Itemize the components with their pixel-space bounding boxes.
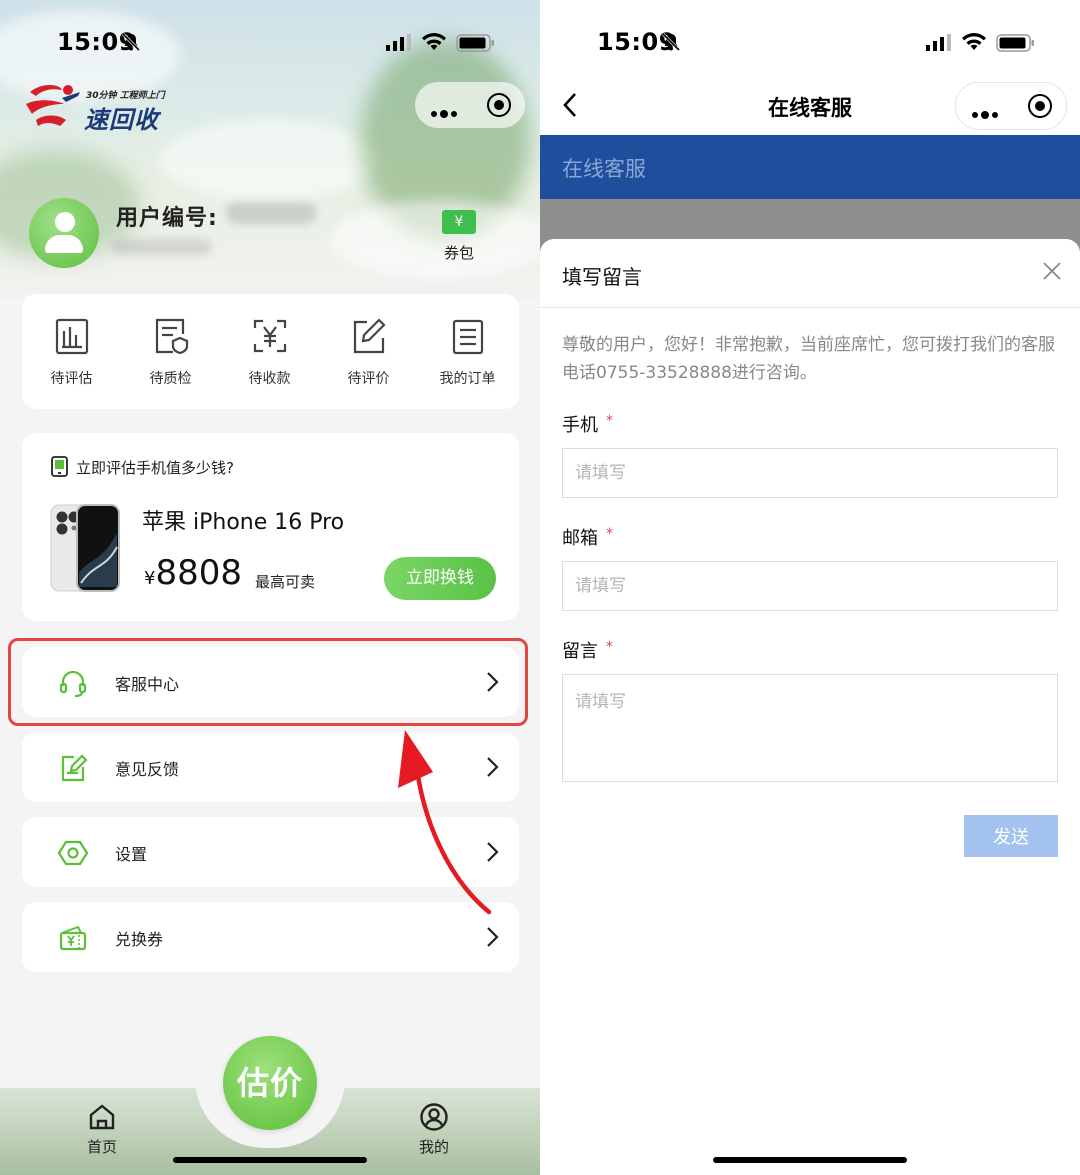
message-textarea[interactable] [562,674,1058,782]
order-pending-review[interactable]: 待评价 [319,294,418,409]
menu-feedback[interactable]: 意见反馈 [22,732,519,802]
menu-voucher[interactable]: 兑换券 [22,902,519,972]
phone-model: 苹果 iPhone 16 Pro [142,510,345,535]
phone-evaluate-icon [51,456,68,477]
more-icon[interactable] [972,103,1001,122]
silent-bell-icon [661,32,681,52]
wifi-icon [422,33,446,50]
service-banner: 在线客服 [540,135,1080,199]
feedback-icon [61,754,88,782]
close-miniprogram-icon[interactable] [487,93,511,117]
phone-label: 手机 * [562,413,613,436]
user-id-label: 用户编号: [116,206,218,231]
order-status-card: 待评估 待质检 待收款 待评价 我的订单 [22,294,519,409]
coupon-wallet-label: 券包 [443,244,474,262]
ticket-icon: ¥ [442,210,476,234]
phone-input[interactable] [562,448,1058,498]
user-subtitle-blurred [112,239,212,255]
chevron-right-icon [487,842,499,862]
highlight-box [8,638,528,726]
order-pending-inspection[interactable]: 待质检 [121,294,220,409]
status-bar: 15:09 [0,28,540,62]
menu-label: 意见反馈 [115,760,180,779]
menu-settings[interactable]: 设置 [22,817,519,887]
coupon-wallet-button[interactable]: ¥ 券包 [438,210,480,270]
email-label: 邮箱 * [562,526,613,549]
edit-pen-icon [353,318,386,354]
max-price: ¥8808 [144,553,242,593]
tab-home-label: 首页 [86,1138,117,1156]
user-circle-icon [420,1103,448,1131]
menu-label: 兑换券 [115,930,164,949]
miniprogram-capsule [955,82,1067,130]
price-note: 最高可卖 [255,573,316,591]
message-label: 留言 * [562,639,613,662]
sheet-title: 填写留言 [562,265,642,289]
order-label: 待质检 [149,371,192,387]
order-list-icon [452,319,483,355]
settings-hex-icon [58,840,88,866]
close-miniprogram-icon[interactable] [1028,94,1052,118]
cellular-signal-icon [386,34,411,51]
runner-logo-icon [26,85,80,126]
brand-name: 速回收 [84,106,159,134]
battery-icon [996,34,1034,52]
leave-message-sheet: 填写留言 尊敬的用户，您好！非常抱歉，当前座席忙，您可拨打我们的客服电话0755… [540,239,1080,1175]
email-input[interactable] [562,561,1058,611]
my-orders[interactable]: 我的订单 [418,294,517,409]
battery-icon [456,34,494,52]
tab-mine-label: 我的 [418,1138,449,1156]
estimate-button[interactable]: 估价 [223,1036,317,1130]
nav-bar: 15:09 在线客服 [540,0,1080,135]
home-indicator [173,1157,367,1163]
menu-label: 设置 [115,845,148,864]
yuan-scan-icon [253,319,286,353]
send-button[interactable]: 发送 [964,815,1058,857]
more-icon[interactable] [431,102,460,121]
order-label: 待收款 [248,371,291,387]
my-profile-screen: 15:09 30分钟 工程师上门 速回收 用户编号: ¥ 券包 待评估 待质检 … [0,0,540,1175]
banner-title: 在线客服 [562,157,646,181]
home-indicator [713,1157,907,1163]
close-icon[interactable] [1042,261,1062,281]
inspection-clipboard-icon [155,318,188,355]
tab-mine[interactable]: 我的 [394,1102,474,1157]
phone-evaluation-card[interactable]: 立即评估手机值多少钱? 苹果 iPhone 16 Pro ¥8808 最高可卖 … [22,433,519,621]
miniprogram-capsule [415,82,525,128]
status-bar: 15:09 [540,28,1080,62]
busy-notice: 尊敬的用户，您好！非常抱歉，当前座席忙，您可拨打我们的客服电话0755-3352… [562,335,1055,383]
chart-clipboard-icon [55,318,88,355]
chevron-right-icon [487,927,499,947]
user-id-blurred [226,202,316,224]
iphone-product-image [50,504,120,592]
order-label: 我的订单 [439,371,496,387]
voucher-icon [59,925,87,951]
brand-logo: 30分钟 工程师上门 速回收 [22,80,165,134]
order-label: 待评估 [50,371,93,387]
sell-now-button[interactable]: 立即换钱 [384,557,496,600]
divider [540,307,1080,308]
home-icon [89,1104,115,1130]
order-label: 待评价 [347,371,390,387]
chevron-right-icon [487,757,499,777]
tab-home[interactable]: 首页 [62,1102,142,1157]
order-pending-evaluation[interactable]: 待评估 [22,294,121,409]
order-pending-payment[interactable]: 待收款 [220,294,319,409]
evaluate-question: 立即评估手机值多少钱? [76,459,234,477]
silent-bell-icon [121,32,141,52]
online-service-screen: 15:09 在线客服 在线客服 填写留言 尊敬的用户，您好！非常抱歉，当前座席忙… [540,0,1080,1175]
wifi-icon [962,33,986,50]
avatar[interactable] [29,198,99,268]
cellular-signal-icon [926,34,951,51]
